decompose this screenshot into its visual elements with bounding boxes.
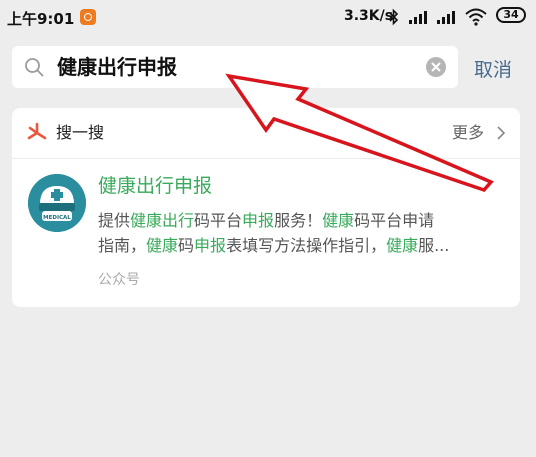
description-text: 表填写方法操作指引，: [226, 236, 387, 255]
clear-icon[interactable]: [426, 57, 446, 77]
result-description: 提供健康出行码平台申报服务！健康码平台申请 指南，健康码申报表填写方法操作指引，…: [98, 208, 506, 258]
signal-1-icon: [409, 8, 429, 24]
account-avatar[interactable]: MEDICAL: [28, 174, 86, 232]
highlight-text: 健康: [322, 211, 355, 230]
status-bar: 上午9:01 3.3K/s 34: [0, 0, 536, 34]
app-notification-icon: [80, 9, 96, 25]
highlight-text: 申报: [194, 236, 227, 255]
highlight-text: 健康出行: [130, 211, 195, 230]
search-input[interactable]: 健康出行申报: [12, 46, 458, 88]
search-query[interactable]: 健康出行申报: [57, 54, 177, 80]
svg-text:MEDICAL: MEDICAL: [43, 215, 71, 221]
search-icon: [25, 58, 44, 77]
result-source: 公众号: [98, 272, 140, 288]
description-text: 指南，: [98, 236, 147, 255]
section-header: 搜一搜 更多: [12, 108, 520, 159]
chevron-right-icon[interactable]: [497, 126, 505, 140]
section-label: 搜一搜: [56, 123, 105, 142]
bluetooth-icon: [389, 8, 399, 26]
medical-helmet-icon: MEDICAL: [28, 174, 86, 232]
description-line: 指南，健康码申报表填写方法操作指引，健康服...: [98, 233, 506, 258]
network-speed: 3.3K/s: [344, 8, 394, 24]
description-text: 码: [178, 236, 195, 255]
description-text: 服务！: [274, 211, 323, 230]
wifi-icon: [465, 8, 487, 26]
description-text: 服...: [418, 236, 450, 255]
description-text: 码平台申请: [354, 211, 435, 230]
highlight-text: 健康: [386, 236, 419, 255]
result-card: 搜一搜 更多 MEDICAL 健康出行申报 提供健康出行码平台申报服务！健康码平…: [12, 108, 520, 307]
battery-icon: 34: [496, 7, 526, 23]
highlight-text: 健康: [146, 236, 179, 255]
sousou-icon: [27, 122, 47, 140]
highlight-text: 申报: [242, 211, 275, 230]
status-time: 上午9:01: [7, 10, 75, 28]
more-link[interactable]: 更多: [452, 122, 484, 144]
description-text: 码平台: [194, 211, 243, 230]
description-text: 提供: [98, 211, 131, 230]
result-title[interactable]: 健康出行申报: [98, 172, 212, 200]
cancel-button[interactable]: 取消: [474, 55, 512, 82]
signal-2-icon: [437, 8, 457, 24]
description-line: 提供健康出行码平台申报服务！健康码平台申请: [98, 208, 506, 233]
